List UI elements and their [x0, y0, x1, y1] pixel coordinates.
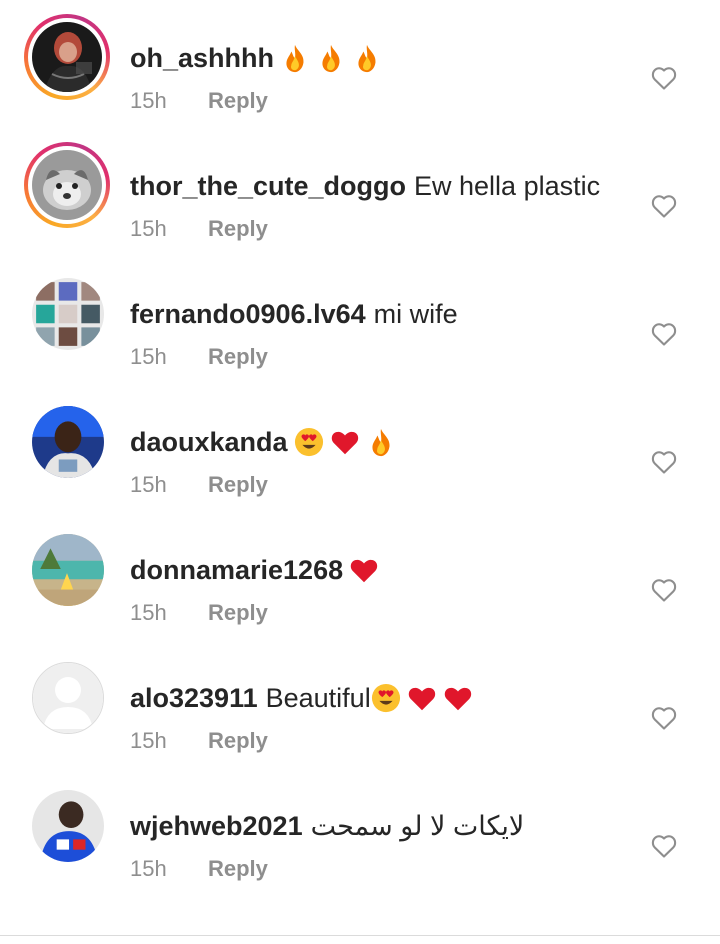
comment-time: 15h	[130, 216, 167, 241]
reply-button[interactable]: Reply	[208, 854, 268, 884]
comment-time: 15h	[130, 600, 167, 625]
red-heart-icon	[443, 683, 473, 713]
comment-time: 15h	[130, 728, 167, 753]
comment-text: لايكات لا لو سمحت	[310, 811, 525, 841]
avatar-frame[interactable]	[32, 534, 104, 606]
comment-item: daouxkanda 15h Reply	[0, 384, 720, 512]
username[interactable]: fernando0906.lv64	[130, 296, 366, 332]
reply-button[interactable]: Reply	[208, 598, 268, 628]
reply-button[interactable]: Reply	[208, 342, 268, 372]
heart-outline-icon[interactable]	[650, 448, 678, 476]
reply-button[interactable]: Reply	[208, 214, 268, 244]
heart-outline-icon[interactable]	[650, 832, 678, 860]
fire-icon	[366, 427, 396, 457]
avatar-frame[interactable]	[32, 790, 104, 862]
reply-button[interactable]: Reply	[208, 470, 268, 500]
comment-time: 15h	[130, 472, 167, 497]
comment-time: 15h	[130, 344, 167, 369]
comment-item: oh_ashhhh 15h Reply	[0, 0, 720, 128]
comment-emojis	[349, 555, 385, 585]
red-heart-icon	[330, 427, 360, 457]
avatar[interactable]	[32, 790, 104, 862]
fire-icon	[280, 43, 310, 73]
comment-list: oh_ashhhh 15h Reply thor_the_cute_doggo …	[0, 0, 720, 896]
comment-item: wjehweb2021 لايكات لا لو سمحت 15h Reply	[0, 768, 720, 896]
avatar[interactable]	[32, 150, 102, 220]
red-heart-icon	[407, 683, 437, 713]
heart-outline-icon[interactable]	[650, 320, 678, 348]
comment-emojis	[371, 683, 479, 713]
story-ring[interactable]	[24, 14, 110, 100]
comment-item: alo323911 Beautiful 15h Reply	[0, 640, 720, 768]
avatar-frame[interactable]	[32, 662, 104, 734]
comment-item: donnamarie1268 15h Reply	[0, 512, 720, 640]
story-ring[interactable]	[24, 142, 110, 228]
avatar[interactable]	[32, 22, 102, 92]
avatar[interactable]	[32, 534, 104, 606]
heart-outline-icon[interactable]	[650, 192, 678, 220]
comment-emojis	[280, 43, 388, 73]
comment-item: fernando0906.lv64 mi wife 15h Reply	[0, 256, 720, 384]
comment-text: Ew hella plastic	[414, 171, 601, 201]
username[interactable]: wjehweb2021	[130, 808, 303, 844]
comment-time: 15h	[130, 856, 167, 881]
fire-icon	[352, 43, 382, 73]
divider	[0, 935, 720, 936]
comment-item: thor_the_cute_doggo Ew hella plastic 15h…	[0, 128, 720, 256]
avatar[interactable]	[32, 278, 104, 350]
comment-emojis	[294, 427, 402, 457]
heart-outline-icon[interactable]	[650, 704, 678, 732]
red-heart-icon	[349, 555, 379, 585]
username[interactable]: donnamarie1268	[130, 552, 343, 588]
avatar-frame[interactable]	[32, 406, 104, 478]
heart-outline-icon[interactable]	[650, 64, 678, 92]
fire-icon	[316, 43, 346, 73]
comment-text: Beautiful	[265, 683, 371, 713]
reply-button[interactable]: Reply	[208, 726, 268, 756]
avatar[interactable]	[32, 662, 104, 734]
username[interactable]: daouxkanda	[130, 424, 288, 460]
username[interactable]: alo323911	[130, 680, 258, 716]
avatar[interactable]	[32, 406, 104, 478]
heart-outline-icon[interactable]	[650, 576, 678, 604]
comment-time: 15h	[130, 88, 167, 113]
reply-button[interactable]: Reply	[208, 86, 268, 116]
username[interactable]: thor_the_cute_doggo	[130, 168, 406, 204]
avatar-frame[interactable]	[32, 278, 104, 350]
username[interactable]: oh_ashhhh	[130, 40, 274, 76]
comment-text: mi wife	[373, 299, 458, 329]
heart-eyes-icon	[371, 683, 401, 713]
heart-eyes-icon	[294, 427, 324, 457]
